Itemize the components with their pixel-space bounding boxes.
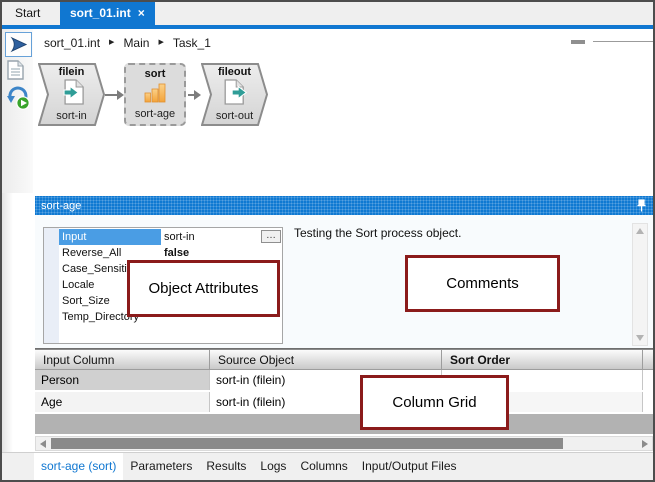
document-tab-bar: Start sort_01.int × bbox=[2, 2, 653, 25]
node-name-label: sort-age bbox=[126, 108, 184, 120]
tab-input-output-files[interactable]: Input/Output Files bbox=[355, 453, 464, 480]
table-row[interactable]: Person sort-in (filein) bbox=[35, 370, 653, 392]
tab-columns[interactable]: Columns bbox=[293, 453, 354, 480]
breadcrumb: sort_01.int ▶ Main ▶ Task_1 bbox=[44, 36, 211, 50]
close-icon[interactable]: × bbox=[138, 6, 145, 20]
bottom-tab-strip: sort-age (sort) Parameters Results Logs … bbox=[2, 452, 653, 480]
cell-filler bbox=[643, 392, 653, 412]
node-sort[interactable]: sort sort-age bbox=[124, 63, 186, 126]
cell-input-column[interactable]: Age bbox=[35, 392, 210, 412]
scrollbar-thumb[interactable] bbox=[51, 438, 563, 449]
breadcrumb-item-file[interactable]: sort_01.int bbox=[44, 36, 100, 50]
horizontal-scrollbar[interactable] bbox=[35, 436, 653, 451]
scroll-up-icon[interactable] bbox=[636, 228, 644, 234]
refresh-button[interactable] bbox=[6, 84, 30, 110]
node-fileout[interactable]: fileout sort-out bbox=[201, 63, 268, 126]
node-type-label: fileout bbox=[201, 66, 268, 78]
divider-line bbox=[593, 41, 653, 42]
chevron-right-icon: ▶ bbox=[109, 38, 114, 46]
property-name: Reverse_All bbox=[59, 245, 161, 261]
tab-sort-age-sort[interactable]: sort-age (sort) bbox=[34, 453, 123, 480]
run-button[interactable] bbox=[5, 32, 32, 57]
panel-header[interactable]: sort-age bbox=[35, 196, 653, 215]
left-edge-shading bbox=[2, 193, 13, 480]
header-sort-order[interactable]: Sort Order bbox=[442, 350, 643, 369]
tab-sort01-label: sort_01.int bbox=[70, 6, 131, 20]
header-source-object[interactable]: Source Object bbox=[210, 350, 442, 369]
header-input-column[interactable]: Input Column bbox=[35, 350, 210, 369]
annotation-object-attributes: Object Attributes bbox=[127, 260, 280, 317]
refresh-icon bbox=[6, 84, 30, 110]
file-input-icon bbox=[62, 79, 84, 110]
cell-filler bbox=[643, 370, 653, 390]
document-icon bbox=[7, 60, 24, 80]
connector-arrow bbox=[188, 94, 194, 96]
grid-gutter bbox=[44, 228, 59, 343]
table-row[interactable]: Age sort-in (filein) bbox=[35, 392, 653, 414]
scroll-right-icon[interactable] bbox=[642, 440, 648, 448]
node-type-label: sort bbox=[126, 68, 184, 80]
comments-vertical-scrollbar[interactable] bbox=[632, 223, 648, 346]
breadcrumb-item-main[interactable]: Main bbox=[123, 36, 149, 50]
tab-parameters[interactable]: Parameters bbox=[123, 453, 199, 480]
annotation-column-grid: Column Grid bbox=[360, 375, 509, 430]
sort-bars-icon bbox=[143, 81, 167, 108]
app-window: Start sort_01.int × bbox=[0, 0, 655, 482]
column-grid-body: Person sort-in (filein) Age sort-in (fil… bbox=[35, 370, 653, 434]
node-filein[interactable]: filein sort-in bbox=[38, 63, 105, 126]
annotation-comments: Comments bbox=[405, 255, 560, 312]
property-row-reverse-all[interactable]: Reverse_All false bbox=[59, 245, 282, 261]
browse-button[interactable]: … bbox=[261, 230, 281, 243]
left-toolbar bbox=[2, 29, 33, 193]
column-grid-header: Input Column Source Object Sort Order bbox=[35, 349, 653, 370]
node-type-label: filein bbox=[38, 66, 105, 78]
chevron-right-icon: ▶ bbox=[158, 38, 163, 46]
property-row-input[interactable]: Input sort-in … bbox=[59, 229, 282, 245]
property-value: false bbox=[161, 245, 282, 261]
tab-start[interactable]: Start bbox=[2, 2, 57, 25]
file-output-icon bbox=[224, 79, 248, 110]
node-name-label: sort-in bbox=[38, 110, 105, 122]
comments-textarea[interactable]: Testing the Sort process object. bbox=[294, 226, 461, 240]
tab-logs[interactable]: Logs bbox=[253, 453, 293, 480]
breadcrumb-item-task[interactable]: Task_1 bbox=[173, 36, 211, 50]
active-tab-indicator bbox=[2, 25, 653, 29]
property-value: sort-in bbox=[164, 231, 195, 243]
node-name-label: sort-out bbox=[201, 110, 268, 122]
cell-input-column[interactable]: Person bbox=[35, 370, 210, 390]
connector-arrow bbox=[105, 94, 117, 96]
tab-results[interactable]: Results bbox=[199, 453, 253, 480]
property-name: Input bbox=[59, 229, 161, 245]
tab-sort01[interactable]: sort_01.int × bbox=[60, 2, 155, 25]
run-icon bbox=[9, 36, 28, 53]
collapse-handle[interactable] bbox=[571, 40, 585, 44]
panel-title: sort-age bbox=[41, 200, 81, 212]
scroll-down-icon[interactable] bbox=[636, 335, 644, 341]
scroll-left-icon[interactable] bbox=[40, 440, 46, 448]
document-button[interactable] bbox=[7, 60, 24, 80]
pin-icon[interactable] bbox=[636, 199, 647, 213]
